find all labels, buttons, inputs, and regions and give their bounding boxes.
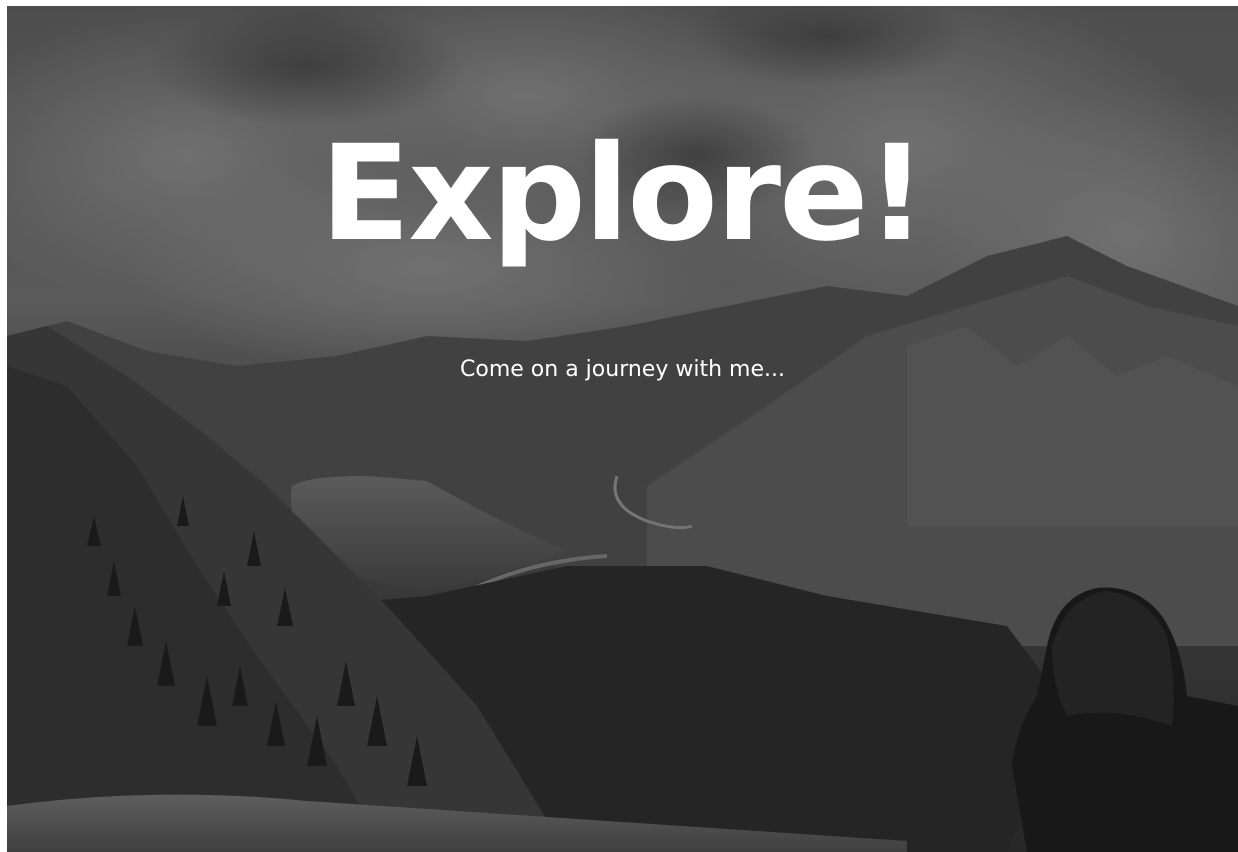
hero-section: Explore! Come on a journey with me... — [7, 6, 1238, 852]
hero-subtitle: Come on a journey with me... — [460, 357, 785, 382]
hero-title: Explore! — [320, 117, 927, 271]
